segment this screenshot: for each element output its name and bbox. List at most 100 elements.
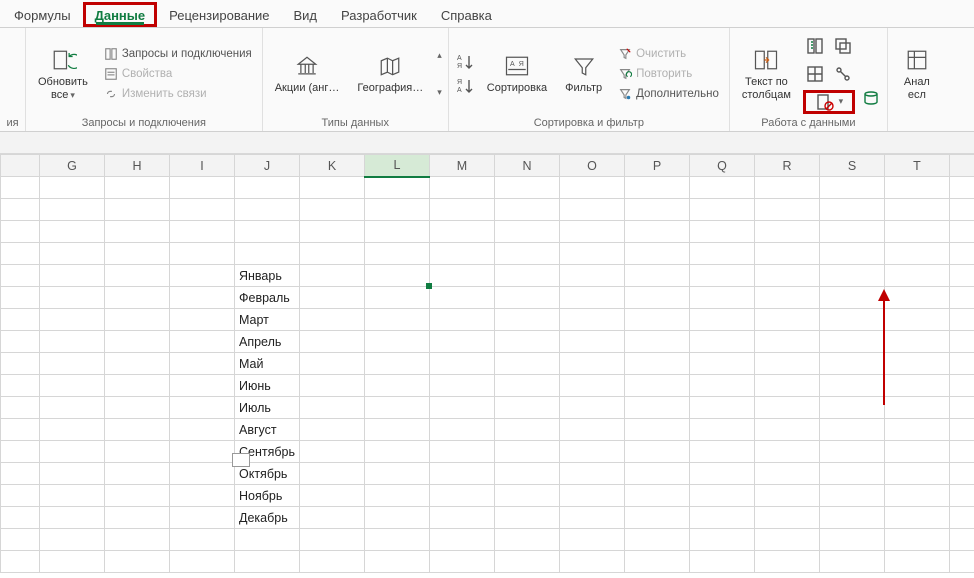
filter-button[interactable]: Фильтр	[559, 50, 608, 97]
data-model-icon	[861, 88, 881, 108]
text-to-cols-label: Текст по столбцам	[742, 76, 791, 101]
data-model-button[interactable]	[861, 88, 881, 111]
tab-help[interactable]: Справка	[429, 2, 504, 27]
whatif-button[interactable]: Анал есл	[894, 44, 940, 103]
sort-asc-desc[interactable]: AЯ ЯA	[455, 52, 475, 96]
tab-view[interactable]: Вид	[282, 2, 330, 27]
queries-icon	[104, 47, 118, 61]
tab-data[interactable]: Данные	[83, 2, 158, 27]
col-J[interactable]: J	[235, 155, 300, 177]
clear-label: Очистить	[636, 48, 686, 60]
whatif-icon	[903, 46, 931, 74]
text-to-columns-button[interactable]: Текст по столбцам	[736, 44, 797, 103]
col-T[interactable]: T	[885, 155, 950, 177]
stocks-label: Акции (анг…	[275, 82, 340, 95]
col-L[interactable]: L	[365, 155, 430, 177]
data-validation-icon	[815, 92, 835, 112]
consolidate-button[interactable]	[803, 62, 827, 86]
tab-developer[interactable]: Разработчик	[329, 2, 429, 27]
sort-label: Сортировка	[487, 82, 547, 95]
properties-button[interactable]: Свойства	[100, 66, 256, 82]
geography-button[interactable]: География…	[351, 50, 429, 97]
ribbon-tabs: Формулы Данные Рецензирование Вид Разраб…	[0, 0, 974, 28]
cell-J6[interactable]: Январь	[235, 265, 300, 287]
col-S[interactable]: S	[820, 155, 885, 177]
col-K[interactable]: K	[300, 155, 365, 177]
map-icon	[376, 52, 404, 80]
chevron-down-icon: ▾	[839, 96, 844, 107]
svg-text:А: А	[510, 61, 515, 68]
tab-review[interactable]: Рецензирование	[157, 2, 281, 27]
edit-links-label: Изменить связи	[122, 88, 207, 100]
col-I[interactable]: I	[170, 155, 235, 177]
refresh-all-button[interactable]: Обновить все▾	[32, 44, 94, 103]
cell-J16[interactable]: Ноябрь	[235, 485, 300, 507]
svg-text:Я: Я	[457, 79, 462, 86]
cell-J7[interactable]: Февраль	[235, 287, 300, 309]
stocks-button[interactable]: Акции (анг…	[269, 50, 346, 97]
cell-J8[interactable]: Март	[235, 309, 300, 331]
group-types-label: Типы данных	[269, 115, 442, 129]
cell-L6-selected[interactable]	[365, 265, 430, 287]
col-H[interactable]: H	[105, 155, 170, 177]
tab-formulas[interactable]: Формулы	[2, 2, 83, 27]
bank-icon	[293, 52, 321, 80]
reapply-button[interactable]: Повторить	[614, 66, 723, 82]
relationships-button[interactable]	[831, 62, 855, 86]
cell-J12[interactable]: Июль	[235, 397, 300, 419]
svg-text:A: A	[457, 87, 462, 94]
reapply-label: Повторить	[636, 68, 692, 80]
funnel-icon	[570, 52, 598, 80]
sort-dialog-icon: АЯ	[503, 52, 531, 80]
col-G[interactable]: G	[40, 155, 105, 177]
formula-bar-strip	[0, 132, 974, 154]
autofill-options-icon[interactable]	[232, 453, 250, 467]
reapply-icon	[618, 67, 632, 81]
properties-icon	[104, 67, 118, 81]
text-to-columns-icon	[752, 46, 780, 74]
filter-label: Фильтр	[565, 82, 602, 95]
sort-desc-icon: ЯA	[455, 76, 475, 96]
relationships-icon	[833, 64, 853, 84]
advanced-filter-button[interactable]: Дополнительно	[614, 86, 723, 102]
col-N[interactable]: N	[495, 155, 560, 177]
advanced-icon	[618, 87, 632, 101]
data-validation-button[interactable]: ▾	[803, 90, 855, 114]
column-headers[interactable]: G H I J K L M N O P Q R S T U	[1, 155, 974, 177]
flash-fill-icon	[805, 36, 825, 56]
refresh-icon	[49, 46, 77, 74]
cell-J13[interactable]: Август	[235, 419, 300, 441]
queries-label: Запросы и подключения	[122, 48, 252, 60]
edit-links-button[interactable]: Изменить связи	[100, 86, 256, 102]
chevron-down-icon: ▾	[70, 90, 75, 100]
links-icon	[104, 87, 118, 101]
clear-filter-button[interactable]: Очистить	[614, 46, 723, 62]
col-M[interactable]: M	[430, 155, 495, 177]
group-queries-label: Запросы и подключения	[32, 115, 256, 129]
col-O[interactable]: O	[560, 155, 625, 177]
remove-duplicates-button[interactable]	[831, 34, 855, 58]
sort-button[interactable]: АЯ Сортировка	[481, 50, 553, 97]
svg-text:Я: Я	[457, 63, 462, 70]
refresh-all-label: Обновить все	[38, 76, 88, 101]
svg-text:Я: Я	[519, 61, 524, 68]
col-P[interactable]: P	[625, 155, 690, 177]
col-Q[interactable]: Q	[690, 155, 755, 177]
scroll-down-icon[interactable]: ▾	[437, 87, 442, 98]
col-U[interactable]: U	[950, 155, 974, 177]
scroll-up-icon[interactable]: ▴	[437, 50, 442, 61]
group-datatools-label: Работа с данными	[736, 115, 881, 129]
remove-dup-icon	[833, 36, 853, 56]
clear-icon	[618, 47, 632, 61]
cell-J17[interactable]: Декабрь	[235, 507, 300, 529]
whatif-label: Анал есл	[904, 76, 930, 101]
cell-J10[interactable]: Май	[235, 353, 300, 375]
cell-J9[interactable]: Апрель	[235, 331, 300, 353]
group-sortfilter-label: Сортировка и фильтр	[455, 115, 723, 129]
cell-J11[interactable]: Июнь	[235, 375, 300, 397]
svg-text:A: A	[457, 55, 462, 62]
flash-fill-button[interactable]	[803, 34, 827, 58]
queries-connections-button[interactable]: Запросы и подключения	[100, 46, 256, 62]
worksheet[interactable]: G H I J K L M N O P Q R S T U Январь Фев…	[0, 154, 974, 573]
col-R[interactable]: R	[755, 155, 820, 177]
